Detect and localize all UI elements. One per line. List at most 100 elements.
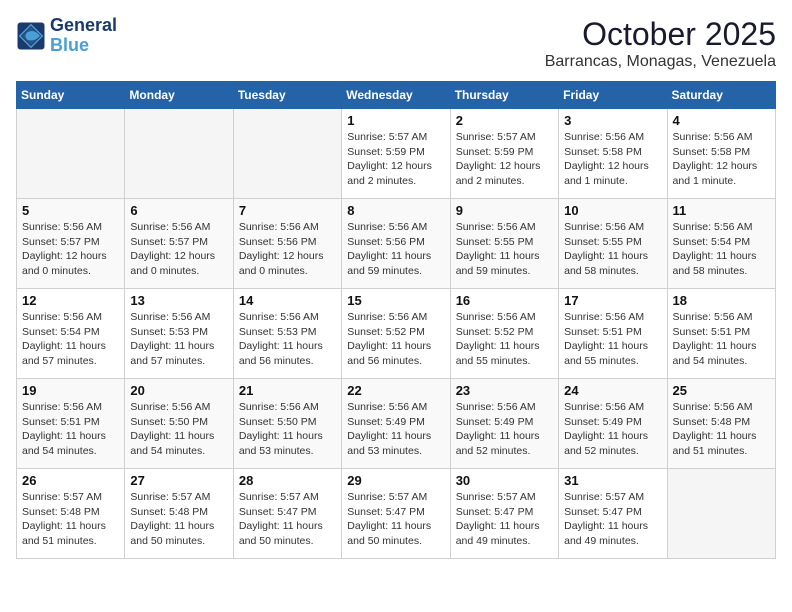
calendar-cell: 6 Sunrise: 5:56 AM Sunset: 5:57 PM Daylig… xyxy=(125,199,233,289)
calendar-cell: 24 Sunrise: 5:56 AM Sunset: 5:49 PM Dayli… xyxy=(559,379,667,469)
day-number: 17 xyxy=(564,293,661,308)
day-info: Sunrise: 5:56 AM Sunset: 5:55 PM Dayligh… xyxy=(564,220,661,279)
day-number: 1 xyxy=(347,113,444,128)
day-info: Sunrise: 5:56 AM Sunset: 5:52 PM Dayligh… xyxy=(347,310,444,369)
calendar-cell: 18Sunrise: 5:56 AM Sunset: 5:51 PM Dayli… xyxy=(667,289,775,379)
day-info: Sunrise: 5:57 AM Sunset: 5:48 PM Dayligh… xyxy=(22,490,119,549)
title-area: October 2025 Barrancas, Monagas, Venezue… xyxy=(545,16,776,71)
day-info: Sunrise: 5:56 AM Sunset: 5:48 PM Dayligh… xyxy=(673,400,770,459)
day-info: Sunrise: 5:57 AM Sunset: 5:59 PM Dayligh… xyxy=(456,130,553,189)
day-number: 31 xyxy=(564,473,661,488)
calendar-cell xyxy=(17,109,125,199)
calendar-cell: 3 Sunrise: 5:56 AM Sunset: 5:58 PM Daylig… xyxy=(559,109,667,199)
day-number: 2 xyxy=(456,113,553,128)
calendar-cell: 30 Sunrise: 5:57 AM Sunset: 5:47 PM Dayli… xyxy=(450,469,558,559)
calendar-cell: 20Sunrise: 5:56 AM Sunset: 5:50 PM Dayli… xyxy=(125,379,233,469)
weekday-header-row: SundayMondayTuesdayWednesdayThursdayFrid… xyxy=(17,82,776,109)
day-number: 13 xyxy=(130,293,227,308)
week-row-3: 12 Sunrise: 5:56 AM Sunset: 5:54 PM Dayli… xyxy=(17,289,776,379)
calendar-cell: 22 Sunrise: 5:56 AM Sunset: 5:49 PM Dayli… xyxy=(342,379,450,469)
day-number: 24 xyxy=(564,383,661,398)
day-number: 29 xyxy=(347,473,444,488)
day-number: 18 xyxy=(673,293,770,308)
day-number: 19 xyxy=(22,383,119,398)
calendar-cell: 29Sunrise: 5:57 AM Sunset: 5:47 PM Dayli… xyxy=(342,469,450,559)
location-subtitle: Barrancas, Monagas, Venezuela xyxy=(545,53,776,71)
day-number: 21 xyxy=(239,383,336,398)
day-info: Sunrise: 5:56 AM Sunset: 5:49 PM Dayligh… xyxy=(456,400,553,459)
day-number: 10 xyxy=(564,203,661,218)
day-number: 25 xyxy=(673,383,770,398)
calendar-cell: 13 Sunrise: 5:56 AM Sunset: 5:53 PM Dayli… xyxy=(125,289,233,379)
week-row-2: 5Sunrise: 5:56 AM Sunset: 5:57 PM Daylig… xyxy=(17,199,776,289)
week-row-5: 26Sunrise: 5:57 AM Sunset: 5:48 PM Dayli… xyxy=(17,469,776,559)
day-number: 16 xyxy=(456,293,553,308)
calendar-cell: 8 Sunrise: 5:56 AM Sunset: 5:56 PM Daylig… xyxy=(342,199,450,289)
weekday-header-wednesday: Wednesday xyxy=(342,82,450,109)
day-info: Sunrise: 5:56 AM Sunset: 5:49 PM Dayligh… xyxy=(564,400,661,459)
calendar-cell: 2 Sunrise: 5:57 AM Sunset: 5:59 PM Daylig… xyxy=(450,109,558,199)
calendar-cell xyxy=(233,109,341,199)
calendar-cell xyxy=(125,109,233,199)
day-info: Sunrise: 5:56 AM Sunset: 5:56 PM Dayligh… xyxy=(239,220,336,279)
calendar-cell: 15 Sunrise: 5:56 AM Sunset: 5:52 PM Dayli… xyxy=(342,289,450,379)
calendar-cell: 4Sunrise: 5:56 AM Sunset: 5:58 PM Daylig… xyxy=(667,109,775,199)
weekday-header-friday: Friday xyxy=(559,82,667,109)
day-number: 27 xyxy=(130,473,227,488)
weekday-header-tuesday: Tuesday xyxy=(233,82,341,109)
weekday-header-thursday: Thursday xyxy=(450,82,558,109)
calendar-cell: 1 Sunrise: 5:57 AM Sunset: 5:59 PM Daylig… xyxy=(342,109,450,199)
day-number: 9 xyxy=(456,203,553,218)
day-info: Sunrise: 5:57 AM Sunset: 5:47 PM Dayligh… xyxy=(456,490,553,549)
day-info: Sunrise: 5:56 AM Sunset: 5:56 PM Dayligh… xyxy=(347,220,444,279)
weekday-header-sunday: Sunday xyxy=(17,82,125,109)
day-info: Sunrise: 5:56 AM Sunset: 5:57 PM Dayligh… xyxy=(130,220,227,279)
day-info: Sunrise: 5:56 AM Sunset: 5:53 PM Dayligh… xyxy=(130,310,227,369)
day-info: Sunrise: 5:56 AM Sunset: 5:51 PM Dayligh… xyxy=(564,310,661,369)
calendar-cell: 23 Sunrise: 5:56 AM Sunset: 5:49 PM Dayli… xyxy=(450,379,558,469)
calendar-cell: 12 Sunrise: 5:56 AM Sunset: 5:54 PM Dayli… xyxy=(17,289,125,379)
calendar-cell: 14Sunrise: 5:56 AM Sunset: 5:53 PM Dayli… xyxy=(233,289,341,379)
page-header: GeneralBlue October 2025 Barrancas, Mona… xyxy=(16,16,776,71)
weekday-header-monday: Monday xyxy=(125,82,233,109)
calendar-cell: 26Sunrise: 5:57 AM Sunset: 5:48 PM Dayli… xyxy=(17,469,125,559)
month-title: October 2025 xyxy=(545,16,776,53)
day-number: 23 xyxy=(456,383,553,398)
week-row-1: 1 Sunrise: 5:57 AM Sunset: 5:59 PM Daylig… xyxy=(17,109,776,199)
day-info: Sunrise: 5:56 AM Sunset: 5:50 PM Dayligh… xyxy=(130,400,227,459)
logo: GeneralBlue xyxy=(16,16,117,56)
day-info: Sunrise: 5:57 AM Sunset: 5:47 PM Dayligh… xyxy=(564,490,661,549)
day-number: 28 xyxy=(239,473,336,488)
calendar-cell: 21 Sunrise: 5:56 AM Sunset: 5:50 PM Dayli… xyxy=(233,379,341,469)
calendar-cell: 9Sunrise: 5:56 AM Sunset: 5:55 PM Daylig… xyxy=(450,199,558,289)
calendar-cell: 27 Sunrise: 5:57 AM Sunset: 5:48 PM Dayli… xyxy=(125,469,233,559)
day-info: Sunrise: 5:56 AM Sunset: 5:52 PM Dayligh… xyxy=(456,310,553,369)
calendar-cell: 10 Sunrise: 5:56 AM Sunset: 5:55 PM Dayli… xyxy=(559,199,667,289)
calendar-cell: 19Sunrise: 5:56 AM Sunset: 5:51 PM Dayli… xyxy=(17,379,125,469)
day-info: Sunrise: 5:57 AM Sunset: 5:59 PM Dayligh… xyxy=(347,130,444,189)
calendar-cell: 16 Sunrise: 5:56 AM Sunset: 5:52 PM Dayli… xyxy=(450,289,558,379)
calendar-cell: 31 Sunrise: 5:57 AM Sunset: 5:47 PM Dayli… xyxy=(559,469,667,559)
day-number: 8 xyxy=(347,203,444,218)
calendar-cell: 11Sunrise: 5:56 AM Sunset: 5:54 PM Dayli… xyxy=(667,199,775,289)
day-info: Sunrise: 5:56 AM Sunset: 5:54 PM Dayligh… xyxy=(22,310,119,369)
day-number: 3 xyxy=(564,113,661,128)
weekday-header-saturday: Saturday xyxy=(667,82,775,109)
day-number: 22 xyxy=(347,383,444,398)
day-number: 30 xyxy=(456,473,553,488)
calendar-cell: 28 Sunrise: 5:57 AM Sunset: 5:47 PM Dayli… xyxy=(233,469,341,559)
day-info: Sunrise: 5:56 AM Sunset: 5:58 PM Dayligh… xyxy=(564,130,661,189)
calendar-table: SundayMondayTuesdayWednesdayThursdayFrid… xyxy=(16,81,776,559)
day-info: Sunrise: 5:56 AM Sunset: 5:49 PM Dayligh… xyxy=(347,400,444,459)
day-info: Sunrise: 5:56 AM Sunset: 5:50 PM Dayligh… xyxy=(239,400,336,459)
calendar-cell: 5Sunrise: 5:56 AM Sunset: 5:57 PM Daylig… xyxy=(17,199,125,289)
day-number: 15 xyxy=(347,293,444,308)
day-info: Sunrise: 5:57 AM Sunset: 5:48 PM Dayligh… xyxy=(130,490,227,549)
day-number: 7 xyxy=(239,203,336,218)
day-number: 12 xyxy=(22,293,119,308)
logo-icon xyxy=(16,21,46,51)
day-info: Sunrise: 5:56 AM Sunset: 5:54 PM Dayligh… xyxy=(673,220,770,279)
day-info: Sunrise: 5:57 AM Sunset: 5:47 PM Dayligh… xyxy=(239,490,336,549)
day-number: 6 xyxy=(130,203,227,218)
day-info: Sunrise: 5:56 AM Sunset: 5:57 PM Dayligh… xyxy=(22,220,119,279)
